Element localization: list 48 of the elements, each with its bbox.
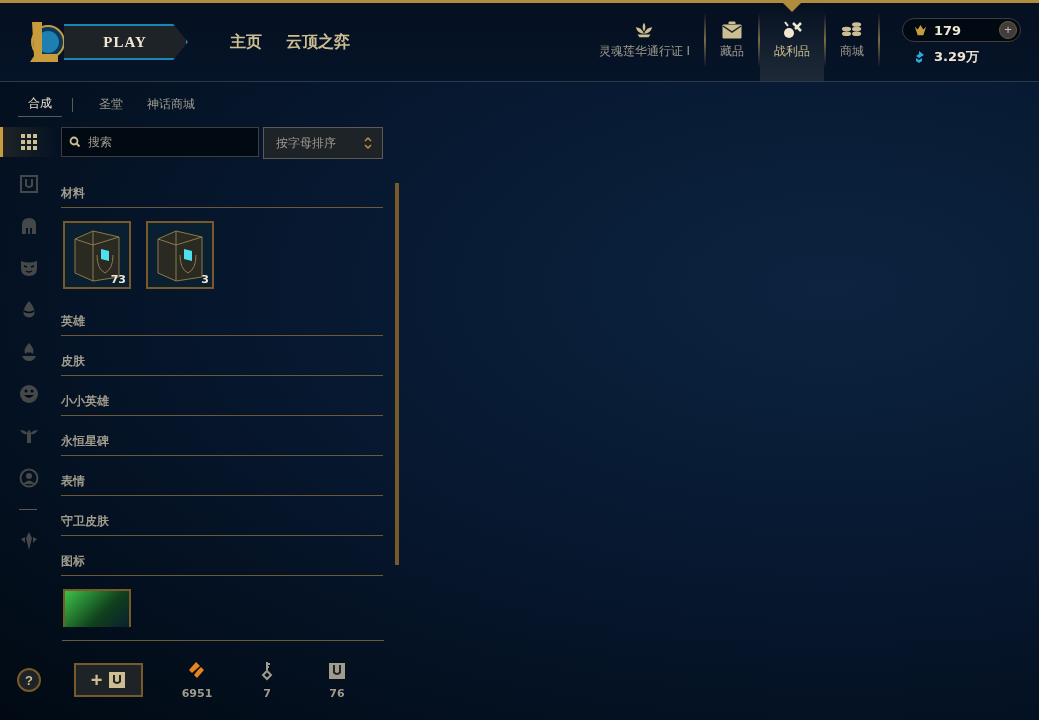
- section-header[interactable]: 皮肤: [61, 349, 383, 376]
- stat-count: 7: [263, 686, 271, 700]
- ward-icon: [19, 531, 39, 551]
- help-button[interactable]: ?: [17, 668, 41, 692]
- nav-tab[interactable]: 藏品: [706, 3, 758, 81]
- add-chest-button[interactable]: +: [74, 663, 143, 697]
- sub-tab[interactable]: 圣堂: [89, 93, 133, 117]
- rp-icon: [913, 22, 928, 38]
- person-icon: [19, 468, 39, 488]
- sort-arrows-icon: [364, 136, 372, 150]
- sub-tab[interactable]: 合成: [18, 93, 62, 117]
- chest-item[interactable]: 3: [146, 221, 214, 289]
- section-header[interactable]: 材料: [61, 181, 383, 208]
- chest-icon: [327, 660, 347, 681]
- section-header[interactable]: 永恒星碑: [61, 429, 383, 456]
- icon-thumbnail[interactable]: [63, 589, 131, 627]
- section-header[interactable]: 英雄: [61, 309, 383, 336]
- nav-tab[interactable]: 战利品: [760, 3, 824, 81]
- bag-icon: [721, 20, 743, 40]
- search-field[interactable]: 搜索: [61, 127, 259, 157]
- item-count: 73: [110, 273, 126, 286]
- smiley-icon: [19, 384, 39, 404]
- add-rp-button[interactable]: +: [999, 21, 1017, 39]
- nav-tab[interactable]: 灵魂莲华通行证 I: [584, 3, 704, 81]
- nav-link[interactable]: 云顶之弈: [286, 31, 350, 53]
- helmet-icon: [19, 216, 39, 236]
- grid-icon: [19, 132, 39, 152]
- stat-count: 6951: [181, 686, 213, 700]
- chest-icon: [19, 174, 39, 194]
- essence-amount: 3.29万: [934, 48, 980, 66]
- section-header[interactable]: 小小英雄: [61, 389, 383, 416]
- scrollbar[interactable]: [395, 183, 399, 565]
- section-header[interactable]: 表情: [61, 469, 383, 496]
- chest-icon: [108, 671, 127, 689]
- stat-count: 76: [329, 686, 345, 700]
- play-button[interactable]: PLAY: [64, 24, 188, 60]
- rp-amount: 179: [934, 22, 963, 38]
- loot-icon: [781, 20, 803, 40]
- sort-dropdown[interactable]: 按字母排序: [263, 127, 383, 159]
- nav-tab[interactable]: 商城: [826, 3, 878, 81]
- sub-tab[interactable]: 神话商城: [137, 93, 205, 117]
- mask-icon: [19, 258, 39, 278]
- section-header[interactable]: 图标: [61, 549, 383, 576]
- chest-item[interactable]: 73: [63, 221, 131, 289]
- item-count: 3: [201, 273, 209, 286]
- section-header[interactable]: 守卫皮肤: [61, 509, 383, 536]
- flame-icon: [19, 342, 39, 362]
- nav-link[interactable]: 主页: [230, 31, 262, 53]
